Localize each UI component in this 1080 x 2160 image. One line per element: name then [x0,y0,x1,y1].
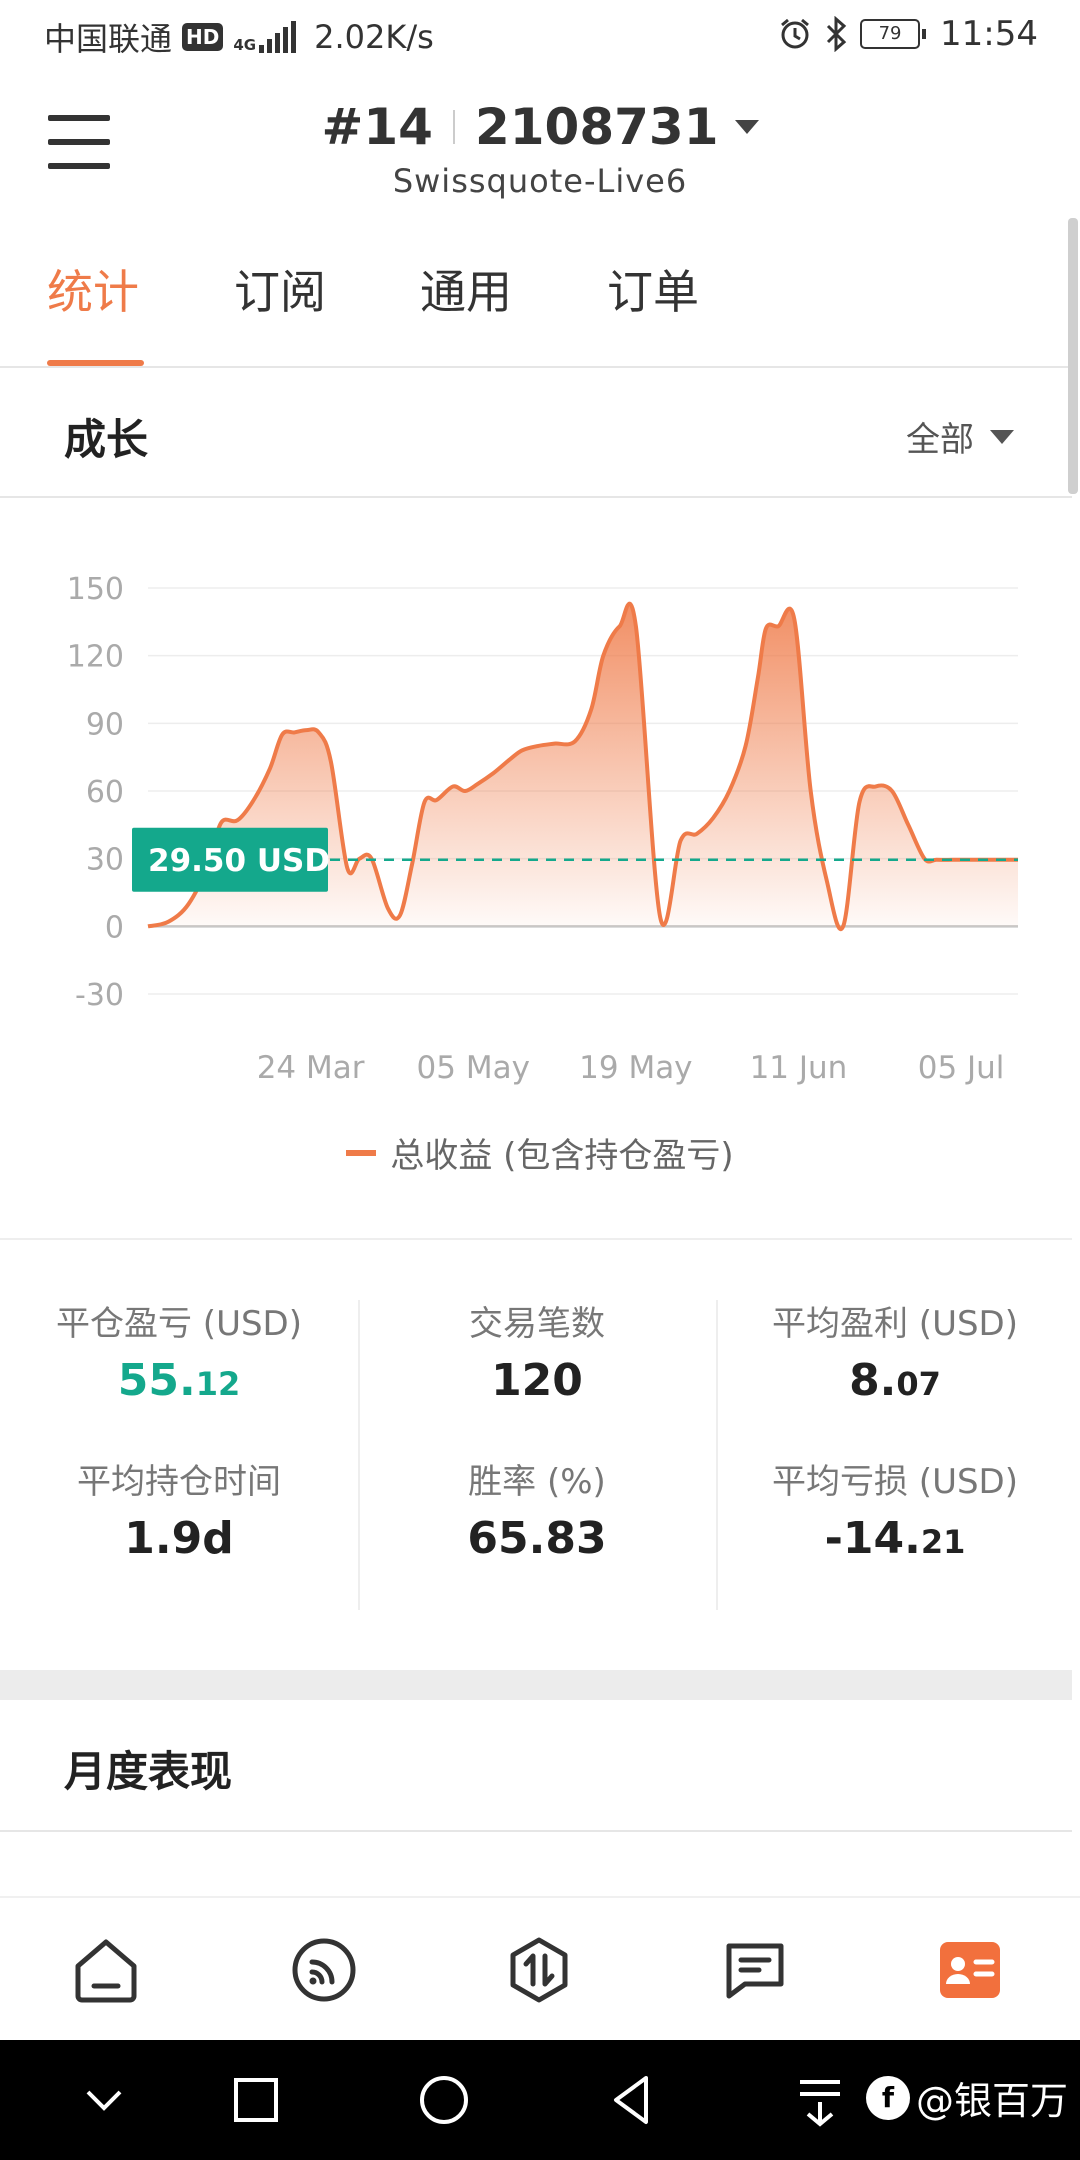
y-tick-label: 60 [86,775,124,810]
y-tick-label: 120 [67,640,124,675]
monthly-title: 月度表现 [64,1747,233,1796]
chevron-down-icon [734,120,759,134]
feed-icon[interactable] [288,1934,360,2006]
y-tick-label: -30 [75,978,124,1013]
network-speed: 2.02K/s [314,18,434,56]
x-tick-label: 11 Jun [750,1050,848,1086]
chart-legend[interactable]: 总收益 (包含持仓盈亏) [0,1128,1080,1177]
x-tick-label: 24 Mar [257,1050,365,1086]
monthly-performance-header: 月度表现 [0,1700,1072,1832]
period-filter[interactable]: 全部 [906,412,1014,461]
message-icon[interactable] [719,1934,791,2006]
home-icon[interactable] [70,1934,142,2006]
watermark: f @银百万 [865,2070,1068,2125]
carrier-name: 中国联通 [44,20,173,58]
stat-avg-profit: 平均盈利 (USD) 8.07 [772,1304,1018,1406]
recents-icon[interactable] [228,2072,284,2128]
watermark-logo-icon: f [865,2075,910,2120]
stat-win-rate: 胜率 (%) 65.83 [467,1462,607,1564]
system-navigation-bar: f @银百万 [0,2040,1080,2160]
account-number: 2108731 [474,98,719,156]
stat-avg-hold-time: 平均持仓时间 1.9d [77,1462,281,1564]
stat-avg-loss: 平均亏损 (USD) -14.21 [772,1462,1018,1564]
legend-swatch [346,1149,377,1156]
tab-statistics[interactable]: 统计 [47,256,139,322]
home-circle-icon[interactable] [416,2072,472,2128]
back-icon[interactable] [604,2072,660,2128]
bottom-navigation [0,1896,1080,2042]
active-tab-indicator [47,360,144,366]
profile-card-icon[interactable] [934,1934,1006,2006]
trade-icon[interactable] [503,1934,575,2006]
period-filter-label: 全部 [906,420,974,460]
clock: 11:54 [940,14,1038,54]
x-tick-label: 05 May [417,1050,530,1086]
tab-general[interactable]: 通用 [420,256,512,322]
notification-shade-icon[interactable] [792,2072,848,2128]
alarm-icon [781,18,809,49]
status-bar: 中国联通 HD 4G 2.02K/s 79 11:54 [0,0,1080,72]
stat-trade-count: 交易笔数 120 [469,1304,605,1406]
statistics-grid: 平仓盈亏 (USD) 55.12 平均持仓时间 1.9d 交易笔数 120 胜率… [0,1238,1072,1676]
section-gap [0,1670,1072,1700]
y-tick-label: 0 [105,910,124,945]
growth-section-header: 成长 全部 [0,368,1072,498]
account-server: Swissquote-Live6 [392,162,688,200]
legend-label: 总收益 (包含持仓盈亏) [390,1136,734,1176]
hd-badge: HD [182,23,224,51]
y-tick-label: 30 [86,843,124,878]
stat-closed-pnl: 平仓盈亏 (USD) 55.12 [56,1304,302,1406]
tab-orders[interactable]: 订单 [607,256,699,322]
chevron-down-icon [990,429,1014,444]
chevron-down-icon[interactable] [76,2072,132,2128]
app-header: #14 2108731 Swissquote-Live6 [0,72,1080,214]
tab-subscribe[interactable]: 订阅 [234,256,326,322]
growth-chart-svg: 150 120 90 60 30 0 -30 24 Mar 05 May 19 May 11 Ju… [67,572,1018,1086]
y-tick-label: 90 [86,707,124,742]
current-value-label: 29.50 USD [148,843,330,879]
y-tick-label: 150 [67,572,124,607]
account-index: #14 [321,98,433,156]
battery-icon: 79 [860,19,927,49]
account-selector[interactable]: #14 2108731 Swissquote-Live6 [0,98,1080,200]
x-tick-label: 05 Jul [918,1050,1005,1086]
x-tick-label: 19 May [579,1050,692,1086]
tab-bar: 统计 订阅 通用 订单 [0,214,1072,368]
bluetooth-icon [826,16,847,52]
growth-title: 成长 [64,415,149,464]
signal-icon: 4G [233,21,297,53]
